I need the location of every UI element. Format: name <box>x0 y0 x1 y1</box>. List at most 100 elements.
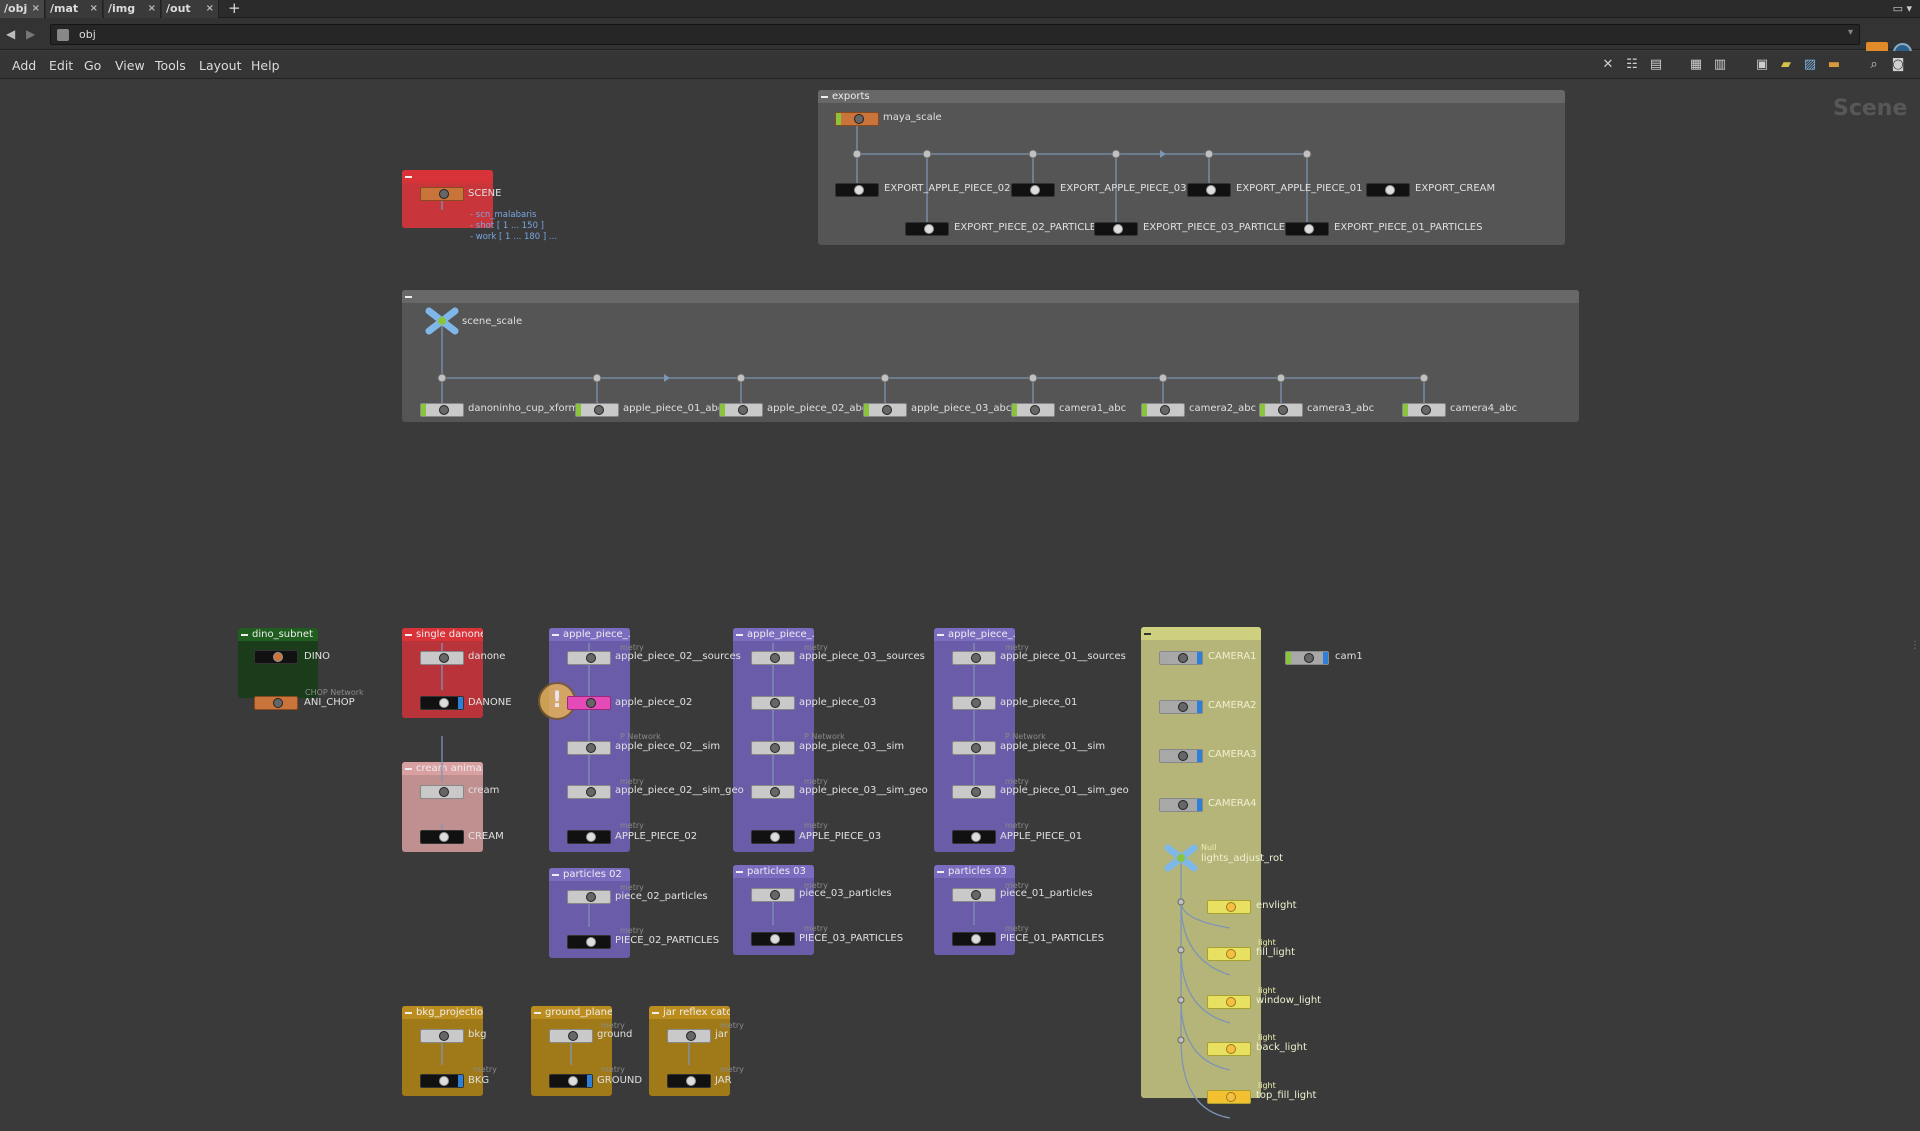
node-apple-piece-02-sim[interactable] <box>567 741 611 755</box>
node-label: apple_piece_01__sim <box>1000 741 1106 752</box>
node-apple-piece-01-out[interactable] <box>952 830 996 844</box>
node-ground[interactable] <box>549 1029 593 1043</box>
close-icon[interactable]: × <box>90 0 98 18</box>
menu-help[interactable]: Help <box>251 58 280 73</box>
node-jar-out[interactable] <box>667 1074 711 1088</box>
node-apple-piece-03-sim-geo[interactable] <box>751 785 795 799</box>
node-apple-piece-01-abc[interactable] <box>575 403 619 417</box>
layout-icon[interactable]: ▣ <box>1754 58 1770 72</box>
wrench-icon[interactable]: ✕ <box>1600 58 1616 72</box>
search-icon[interactable]: ⌕ <box>1866 58 1882 72</box>
menu-edit[interactable]: Edit <box>49 58 73 73</box>
node-apple-piece-03-out[interactable] <box>751 830 795 844</box>
back-arrow-icon[interactable]: ◀ <box>6 27 15 41</box>
node-apple-piece-01-sources[interactable] <box>952 651 996 665</box>
box-icon[interactable]: ▬ <box>1826 58 1842 72</box>
node-cream-out[interactable] <box>420 830 464 844</box>
node-export-piece-01-particles[interactable] <box>1285 222 1329 236</box>
node-dino[interactable] <box>254 650 298 664</box>
node-export-apple-piece-01[interactable] <box>1187 183 1231 197</box>
node-ani-chop[interactable] <box>254 696 298 710</box>
node-label: CAMERA4 <box>1208 798 1257 809</box>
node-camera4-abc[interactable] <box>1402 403 1446 417</box>
menu-layout[interactable]: Layout <box>199 58 242 73</box>
network-menu-bar: Add Edit Go View Tools Layout Help ✕ ☷ ▤… <box>0 51 1920 79</box>
image-icon[interactable]: ▨ <box>1802 58 1818 72</box>
node-export-apple-piece-03[interactable] <box>1011 183 1055 197</box>
node-danone[interactable] <box>420 651 464 665</box>
forward-arrow-icon[interactable]: ▶ <box>26 27 35 41</box>
node-camera4[interactable] <box>1159 798 1203 812</box>
pane-menu-icon[interactable]: ▭ ▾ <box>1893 2 1912 15</box>
node-export-piece-03-particles[interactable] <box>1094 222 1138 236</box>
sticky-note-icon[interactable]: ▰ <box>1778 58 1794 72</box>
camera-icon[interactable]: ◙ <box>1890 58 1906 72</box>
node-ground-out[interactable] <box>549 1074 593 1088</box>
node-danoninho-cup-xform[interactable] <box>420 403 464 417</box>
menu-tools[interactable]: Tools <box>155 58 186 73</box>
table-icon[interactable]: ▥ <box>1712 58 1728 72</box>
node-scene[interactable] <box>420 187 464 201</box>
menu-go[interactable]: Go <box>84 58 101 73</box>
null-icon[interactable] <box>425 307 459 335</box>
node-envlight[interactable] <box>1207 900 1251 914</box>
pane-resize-handle[interactable]: ⋮ <box>1910 640 1920 660</box>
menu-view[interactable]: View <box>115 58 145 73</box>
node-piece-02-particles[interactable] <box>567 890 611 904</box>
null-icon[interactable] <box>1164 844 1198 872</box>
node-apple-piece-02-sources[interactable] <box>567 651 611 665</box>
node-camera3[interactable] <box>1159 749 1203 763</box>
node-apple-piece-02-abc[interactable] <box>719 403 763 417</box>
node-apple-piece-03-sim[interactable] <box>751 741 795 755</box>
grid-icon[interactable]: ▦ <box>1688 58 1704 72</box>
node-piece-02-particles-out[interactable] <box>567 935 611 949</box>
node-export-cream[interactable] <box>1366 183 1410 197</box>
node-apple-piece-03-sources[interactable] <box>751 651 795 665</box>
node-back-light[interactable] <box>1207 1042 1251 1056</box>
node-fill-light[interactable] <box>1207 947 1251 961</box>
node-apple-piece-03[interactable] <box>751 696 795 710</box>
node-bkg[interactable] <box>420 1029 464 1043</box>
tab-img[interactable]: /img × <box>104 0 161 18</box>
node-piece-01-particles-out[interactable] <box>952 932 996 946</box>
node-danone-out[interactable] <box>420 696 464 710</box>
list-view-icon[interactable]: ▤ <box>1648 58 1664 72</box>
tree-view-icon[interactable]: ☷ <box>1624 58 1640 72</box>
node-window-light[interactable] <box>1207 995 1251 1009</box>
node-camera3-abc[interactable] <box>1259 403 1303 417</box>
network-path-field[interactable]: obj ▾ <box>50 24 1860 45</box>
close-icon[interactable]: × <box>148 0 156 18</box>
tab-obj[interactable]: /obj × <box>0 0 45 18</box>
node-camera2[interactable] <box>1159 700 1203 714</box>
node-camera1-abc[interactable] <box>1011 403 1055 417</box>
node-apple-piece-02[interactable] <box>567 696 611 710</box>
node-label: camera1_abc <box>1059 403 1127 414</box>
node-cream[interactable] <box>420 785 464 799</box>
menu-add[interactable]: Add <box>12 58 36 73</box>
node-apple-piece-01[interactable] <box>952 696 996 710</box>
close-icon[interactable]: × <box>32 0 40 18</box>
node-apple-piece-01-sim-geo[interactable] <box>952 785 996 799</box>
node-piece-01-particles[interactable] <box>952 888 996 902</box>
node-apple-piece-02-sim-geo[interactable] <box>567 785 611 799</box>
close-icon[interactable]: × <box>206 0 214 18</box>
node-jar[interactable] <box>667 1029 711 1043</box>
node-apple-piece-01-sim[interactable] <box>952 741 996 755</box>
node-camera2-abc[interactable] <box>1141 403 1185 417</box>
node-apple-piece-03-abc[interactable] <box>863 403 907 417</box>
node-piece-03-particles[interactable] <box>751 888 795 902</box>
node-piece-03-particles-out[interactable] <box>751 932 795 946</box>
add-tab-button[interactable]: + <box>228 0 241 18</box>
node-apple-piece-02-out[interactable] <box>567 830 611 844</box>
node-bkg-out[interactable] <box>420 1074 464 1088</box>
node-camera1[interactable] <box>1159 651 1203 665</box>
node-top-fill-light[interactable] <box>1207 1090 1251 1104</box>
node-cam1[interactable] <box>1285 651 1329 665</box>
node-maya-scale[interactable] <box>835 112 879 126</box>
chevron-down-icon[interactable]: ▾ <box>1848 27 1853 38</box>
node-export-piece-02-particles[interactable] <box>905 222 949 236</box>
tab-out[interactable]: /out × <box>162 0 219 18</box>
network-editor-canvas[interactable]: Scene exports dino_subnet single danone … <box>0 80 1920 1131</box>
node-export-apple-piece-02[interactable] <box>835 183 879 197</box>
tab-mat[interactable]: /mat × <box>46 0 103 18</box>
